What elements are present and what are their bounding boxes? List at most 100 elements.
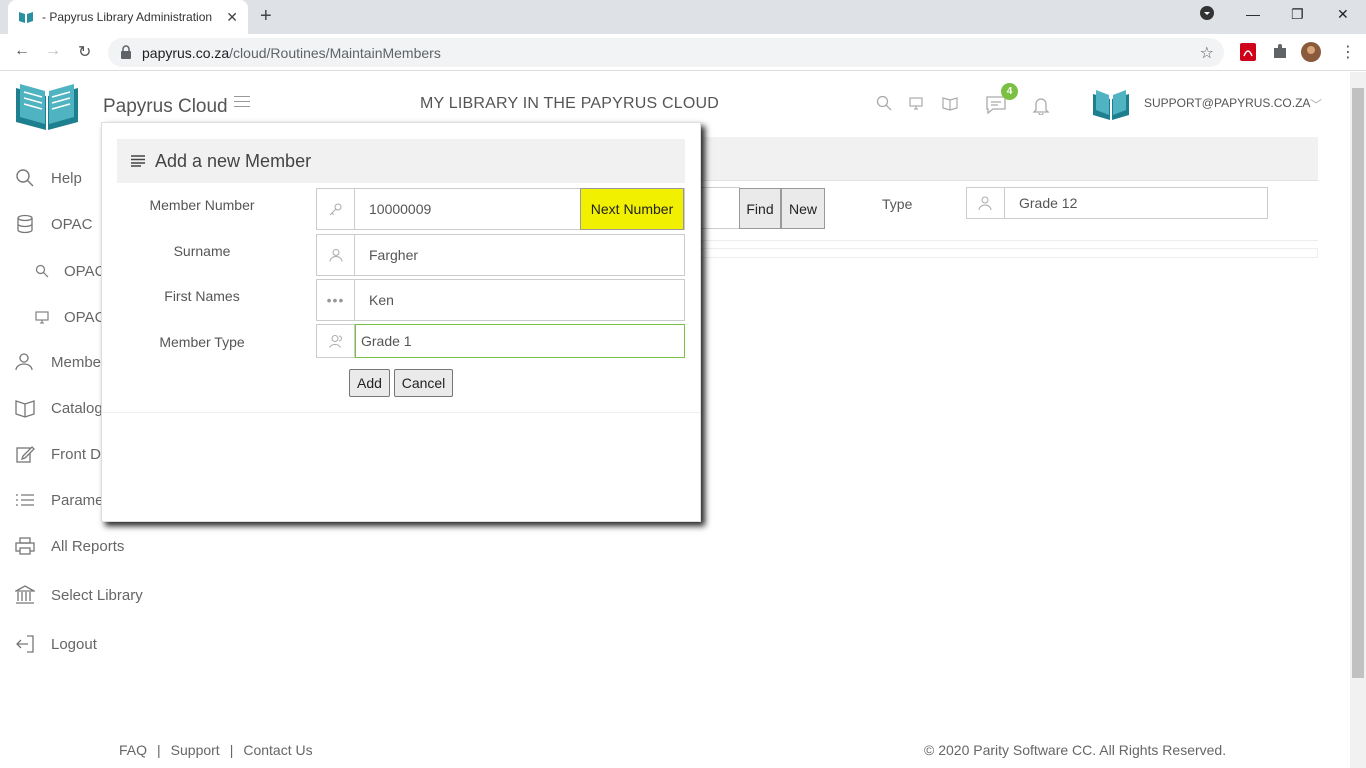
search-icon[interactable] <box>876 95 892 115</box>
dialog-header: Add a new Member <box>117 139 685 183</box>
support-link[interactable]: Support <box>171 742 220 758</box>
new-button[interactable]: New <box>781 188 825 229</box>
key-icon <box>317 189 355 229</box>
faq-link[interactable]: FAQ <box>119 742 147 758</box>
member-type-input[interactable]: Grade 1 <box>355 324 685 358</box>
sidebar-item-opac[interactable]: OPAC <box>14 214 92 234</box>
first-names-field[interactable]: ••• Ken <box>316 279 685 321</box>
sidebar-item-label: OPAC <box>51 215 93 233</box>
sidebar-item-parameters[interactable]: Parame <box>14 490 104 510</box>
sidebar-item-label: Select Library <box>51 586 143 604</box>
member-type-label: Member Type <box>159 334 245 350</box>
search-icon <box>14 168 36 188</box>
sidebar-item-catalog[interactable]: Catalog <box>14 398 103 418</box>
scrollbar-thumb[interactable] <box>1352 88 1364 678</box>
hamburger-menu-icon[interactable] <box>234 96 250 110</box>
more-dots-icon: ••• <box>317 280 355 320</box>
sidebar-item-label: Catalog <box>51 399 103 417</box>
add-button[interactable]: Add <box>349 369 390 397</box>
user-group-icon <box>317 325 355 357</box>
sidebar-item-label: OPAC <box>64 262 106 280</box>
close-tab-icon[interactable]: ✕ <box>226 9 238 26</box>
lock-icon <box>121 45 131 59</box>
sidebar-item-label: Parame <box>51 491 104 509</box>
restore-icon[interactable]: ❐ <box>1291 6 1304 23</box>
bank-icon <box>14 585 36 605</box>
browser-tabbar: - Papyrus Library Administration ✕ + — ❐… <box>0 0 1366 34</box>
first-names-value[interactable]: Ken <box>355 280 684 320</box>
new-tab-icon[interactable]: + <box>260 5 272 28</box>
browser-menu-icon[interactable]: ⋮ <box>1340 42 1356 62</box>
edit-icon <box>14 444 36 464</box>
messages-badge: 4 <box>1001 83 1018 100</box>
forward-icon[interactable]: → <box>45 42 61 60</box>
user-group-icon <box>967 188 1005 218</box>
tab-title: - Papyrus Library Administration <box>42 10 213 24</box>
book-icon[interactable] <box>942 95 958 115</box>
surname-field[interactable]: Fargher <box>316 234 685 276</box>
sidebar-item-label: Logout <box>51 635 97 653</box>
papyrus-logo-icon <box>16 84 78 130</box>
dialog-title: Add a new Member <box>155 150 312 171</box>
type-label: Type <box>882 196 913 212</box>
list-icon <box>131 155 145 167</box>
sidebar-item-all-reports[interactable]: All Reports <box>14 536 124 556</box>
back-icon[interactable]: ← <box>14 42 30 60</box>
chevron-down-icon[interactable]: ﹀ <box>1310 96 1322 113</box>
sidebar-item-front-desk[interactable]: Front D <box>14 444 101 464</box>
copyright: © 2020 Parity Software CC. All Rights Re… <box>924 742 1227 758</box>
user-avatar-icon[interactable] <box>1090 82 1132 124</box>
bookmark-star-icon[interactable]: ☆ <box>1200 43 1214 63</box>
monitor-icon[interactable] <box>908 95 924 115</box>
minimize-icon[interactable]: — <box>1246 6 1260 22</box>
logout-icon <box>14 634 36 654</box>
address-bar: ← → ↻ papyrus.co.za/cloud/Routines/Maint… <box>0 34 1366 71</box>
add-member-dialog: Add a new Member Member Number 10000009 … <box>101 122 701 522</box>
member-search-input[interactable] <box>700 187 740 229</box>
sidebar-item-members[interactable]: Membe <box>14 352 101 372</box>
profile-menu-icon[interactable] <box>1200 6 1214 23</box>
first-names-label: First Names <box>164 288 240 304</box>
sidebar-item-select-library[interactable]: Select Library <box>14 585 143 605</box>
next-number-button[interactable]: Next Number <box>580 188 684 230</box>
surname-label: Surname <box>173 243 231 259</box>
user-email[interactable]: SUPPORT@PAPYRUS.CO.ZA <box>1144 96 1310 110</box>
url-field[interactable]: papyrus.co.za/cloud/Routines/MaintainMem… <box>108 38 1224 67</box>
cancel-button[interactable]: Cancel <box>394 369 453 397</box>
user-icon <box>14 352 36 372</box>
close-window-icon[interactable]: ✕ <box>1337 6 1349 23</box>
sidebar-item-label: Membe <box>51 353 102 371</box>
sidebar-item-opac-kiosk[interactable]: OPAC <box>34 307 105 327</box>
sidebar-item-label: All Reports <box>51 537 125 555</box>
sidebar-item-logout[interactable]: Logout <box>14 634 97 654</box>
list-icon <box>14 490 36 510</box>
page-scrollbar[interactable] <box>1350 72 1366 768</box>
profile-avatar-icon[interactable] <box>1301 42 1321 62</box>
member-type-field[interactable]: Grade 1 <box>316 324 685 358</box>
messages-icon[interactable] <box>985 95 1007 119</box>
find-button[interactable]: Find <box>739 188 781 229</box>
member-results-area <box>700 248 1318 258</box>
monitor-icon <box>34 307 50 327</box>
member-number-label: Member Number <box>149 197 255 213</box>
type-field[interactable]: Grade 12 <box>966 187 1268 219</box>
book-icon <box>14 398 36 418</box>
footer-links: FAQ | Support | Contact Us <box>119 742 313 758</box>
member-panel-header <box>700 137 1318 181</box>
notifications-bell-icon[interactable] <box>1031 95 1051 119</box>
database-icon <box>14 214 36 234</box>
dialog-divider <box>102 412 700 413</box>
sidebar-item-label: OPAC <box>64 308 106 326</box>
brand-name: Papyrus Cloud <box>103 96 228 117</box>
type-value: Grade 12 <box>1019 195 1078 211</box>
papyrus-favicon-icon <box>19 12 33 23</box>
sidebar-item-help[interactable]: Help <box>14 168 82 188</box>
reload-icon[interactable]: ↻ <box>78 42 91 62</box>
browser-tab[interactable]: - Papyrus Library Administration ✕ <box>8 0 248 34</box>
sidebar-item-opac-search[interactable]: OPAC <box>34 261 105 281</box>
contact-link[interactable]: Contact Us <box>243 742 312 758</box>
user-icon <box>317 235 355 275</box>
extensions-puzzle-icon[interactable] <box>1270 42 1290 62</box>
surname-value[interactable]: Fargher <box>355 235 684 275</box>
pdf-extension-icon[interactable] <box>1238 42 1258 62</box>
